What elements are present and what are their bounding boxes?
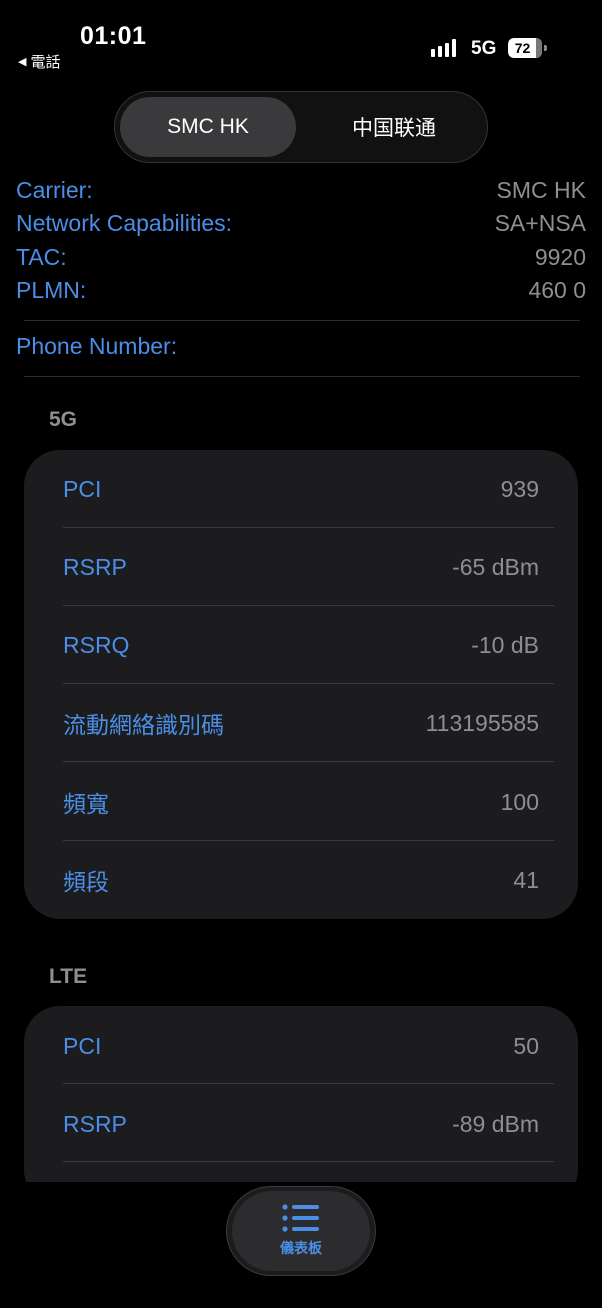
5g-pci-row: PCI 939 xyxy=(63,450,539,528)
back-to-app-link[interactable]: ◀ 電話 xyxy=(18,51,60,72)
5g-cell-id-row: 流動網絡識別碼 113195585 xyxy=(63,684,539,762)
row-value: 113195585 xyxy=(425,709,539,736)
status-time: 01:01 xyxy=(80,22,147,50)
carrier-label: Carrier: xyxy=(16,176,93,203)
lte-rsrp-row: RSRP -89 dBm xyxy=(63,1085,539,1163)
5g-bandwidth-row: 頻寬 100 xyxy=(63,763,539,841)
tab-dashboard-label: 儀表板 xyxy=(280,1240,322,1256)
row-label: 頻寬 xyxy=(63,791,109,817)
row-value: -10 dB xyxy=(471,631,539,658)
row-value: -89 dBm xyxy=(452,1110,539,1137)
row-value: 939 xyxy=(500,475,539,502)
status-bar: 01:01 ◀ 電話 5G 72 xyxy=(0,0,602,80)
network-capabilities-row: Network Capabilities: SA+NSA xyxy=(16,208,586,238)
section-title-lte: LTE xyxy=(49,965,88,988)
tab-dashboard[interactable]: 儀表板 xyxy=(232,1191,370,1271)
row-label: RSRP xyxy=(63,1110,127,1137)
row-label: PCI xyxy=(63,1032,102,1059)
tac-label: TAC: xyxy=(16,243,67,270)
row-label: 頻段 xyxy=(63,869,109,895)
row-label: 流動網絡識別碼 xyxy=(63,712,224,738)
signal-strength-icon xyxy=(431,39,456,57)
tab-bar: 儀表板 xyxy=(226,1186,376,1276)
tab-china-unicom[interactable]: 中国联通 xyxy=(305,97,483,157)
tac-row: TAC: 9920 xyxy=(16,242,586,272)
5g-band-row: 頻段 41 xyxy=(63,841,539,919)
phone-number-row: Phone Number: xyxy=(16,331,586,361)
divider xyxy=(24,376,580,377)
battery-icon: 72 xyxy=(508,38,547,58)
5g-card: PCI 939 RSRP -65 dBm RSRQ -10 dB 流動網絡識別碼… xyxy=(24,450,578,919)
lte-pci-row: PCI 50 xyxy=(63,1007,539,1085)
plmn-value: 460 0 xyxy=(528,276,586,303)
back-app-label: 電話 xyxy=(30,54,61,71)
section-title-5g: 5G xyxy=(49,408,78,431)
row-value: 50 xyxy=(513,1032,539,1059)
carrier-value: SMC HK xyxy=(496,176,586,203)
network-capabilities-label: Network Capabilities: xyxy=(16,209,233,236)
plmn-label: PLMN: xyxy=(16,276,87,303)
network-type-label: 5G xyxy=(471,38,497,59)
row-value: 100 xyxy=(500,788,539,815)
row-label: PCI xyxy=(63,475,102,502)
plmn-row: PLMN: 460 0 xyxy=(16,275,586,305)
row-value: 41 xyxy=(513,866,539,893)
carrier-segmented-control: SMC HK 中国联通 xyxy=(114,91,488,163)
tab-smc-hk[interactable]: SMC HK xyxy=(120,97,296,157)
network-capabilities-value: SA+NSA xyxy=(494,209,586,236)
row-value: -65 dBm xyxy=(452,553,539,580)
battery-level: 72 xyxy=(514,40,531,56)
carrier-row: Carrier: SMC HK xyxy=(16,175,586,205)
row-label: RSRP xyxy=(63,553,127,580)
divider xyxy=(24,320,580,321)
row-label: RSRQ xyxy=(63,631,130,658)
5g-rsrq-row: RSRQ -10 dB xyxy=(63,606,539,684)
tac-value: 9920 xyxy=(534,243,586,270)
lte-card: PCI 50 RSRP -89 dBm xyxy=(24,1006,578,1206)
phone-number-label: Phone Number: xyxy=(16,332,178,359)
back-arrow-icon: ◀ xyxy=(18,56,27,68)
list-icon xyxy=(282,1204,319,1232)
5g-rsrp-row: RSRP -65 dBm xyxy=(63,528,539,606)
